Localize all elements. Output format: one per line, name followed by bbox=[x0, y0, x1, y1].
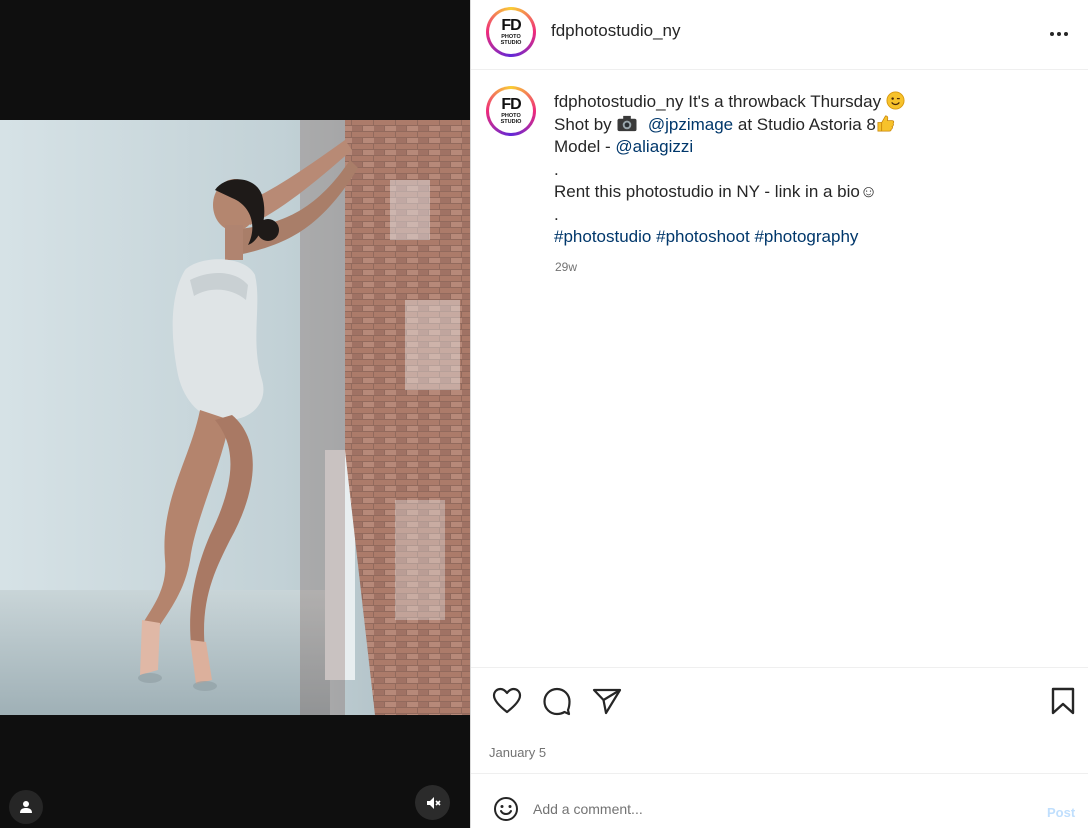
bookmark-icon bbox=[1051, 687, 1075, 715]
emoji-button[interactable] bbox=[493, 796, 519, 822]
caption-avatar[interactable]: FD PHOTO STUDIO bbox=[486, 86, 536, 136]
caption-separator: . bbox=[554, 159, 559, 179]
caption-separator: . bbox=[554, 204, 559, 224]
caption-username-link[interactable]: fdphotostudio_ny bbox=[554, 92, 684, 111]
winking-face-icon bbox=[886, 91, 905, 110]
thumbs-up-icon bbox=[877, 115, 894, 131]
like-button[interactable] bbox=[490, 684, 524, 718]
action-bar: January 5 bbox=[471, 667, 1088, 773]
media-panel bbox=[0, 0, 470, 828]
caption-timestamp[interactable]: 29w bbox=[555, 260, 577, 274]
caption-line-2: Shot by @jpzimage at Studio Astoria 8 bbox=[554, 114, 1074, 137]
caption-line-5: Rent this photostudio in NY - link in a … bbox=[554, 182, 878, 201]
post-header: FD PHOTO STUDIO fdphotostudio_ny bbox=[471, 0, 1088, 70]
mention-link-aliagizzi[interactable]: @aliagizzi bbox=[615, 137, 693, 156]
studio-logo: FD PHOTO STUDIO bbox=[491, 91, 531, 131]
studio-logo: FD PHOTO STUDIO bbox=[491, 12, 531, 52]
more-options-button[interactable] bbox=[1044, 22, 1074, 46]
heart-icon bbox=[492, 687, 522, 714]
hashtag-link[interactable]: #photography bbox=[754, 227, 858, 246]
comment-input[interactable] bbox=[533, 796, 1003, 822]
paper-plane-icon bbox=[592, 688, 622, 715]
share-button[interactable] bbox=[590, 684, 624, 718]
more-horizontal-icon bbox=[1050, 32, 1054, 36]
save-button[interactable] bbox=[1046, 684, 1080, 718]
header-username-link[interactable]: fdphotostudio_ny bbox=[551, 21, 681, 41]
caption-text: fdphotostudio_ny It's a throwback Thursd… bbox=[554, 91, 1074, 249]
post-details-panel: FD PHOTO STUDIO fdphotostudio_ny FD PHOT… bbox=[470, 0, 1088, 828]
user-tag-icon bbox=[20, 801, 32, 813]
mute-toggle-button[interactable] bbox=[415, 785, 450, 820]
ballerina-photo bbox=[0, 120, 470, 715]
caption-line-3: Model - @aliagizzi bbox=[554, 137, 694, 156]
speaker-muted-icon bbox=[426, 796, 441, 809]
post-date[interactable]: January 5 bbox=[489, 745, 546, 760]
post-comment-button[interactable]: Post bbox=[1047, 805, 1075, 820]
smiling-face-glyph: ☺ bbox=[859, 182, 878, 201]
caption-section: FD PHOTO STUDIO fdphotostudio_ny It's a … bbox=[471, 70, 1088, 667]
emoji-smile-icon bbox=[494, 797, 518, 821]
caption-hashtags: #photostudio #photoshoot #photography bbox=[554, 226, 1074, 249]
comment-bar: Post bbox=[471, 773, 1088, 828]
comment-button[interactable] bbox=[540, 684, 574, 718]
comment-icon bbox=[543, 687, 571, 716]
hashtag-link[interactable]: #photostudio bbox=[554, 227, 651, 246]
caption-line-1: fdphotostudio_ny It's a throwback Thursd… bbox=[554, 91, 1074, 114]
avatar[interactable]: FD PHOTO STUDIO bbox=[486, 7, 536, 57]
camera-icon bbox=[617, 115, 637, 131]
post-photo[interactable] bbox=[0, 120, 470, 715]
user-tag-button[interactable] bbox=[9, 790, 43, 824]
mention-link-jpzimage[interactable]: @jpzimage bbox=[648, 115, 733, 134]
post-dialog: FD PHOTO STUDIO fdphotostudio_ny FD PHOT… bbox=[0, 0, 1088, 828]
hashtag-link[interactable]: #photoshoot bbox=[656, 227, 750, 246]
